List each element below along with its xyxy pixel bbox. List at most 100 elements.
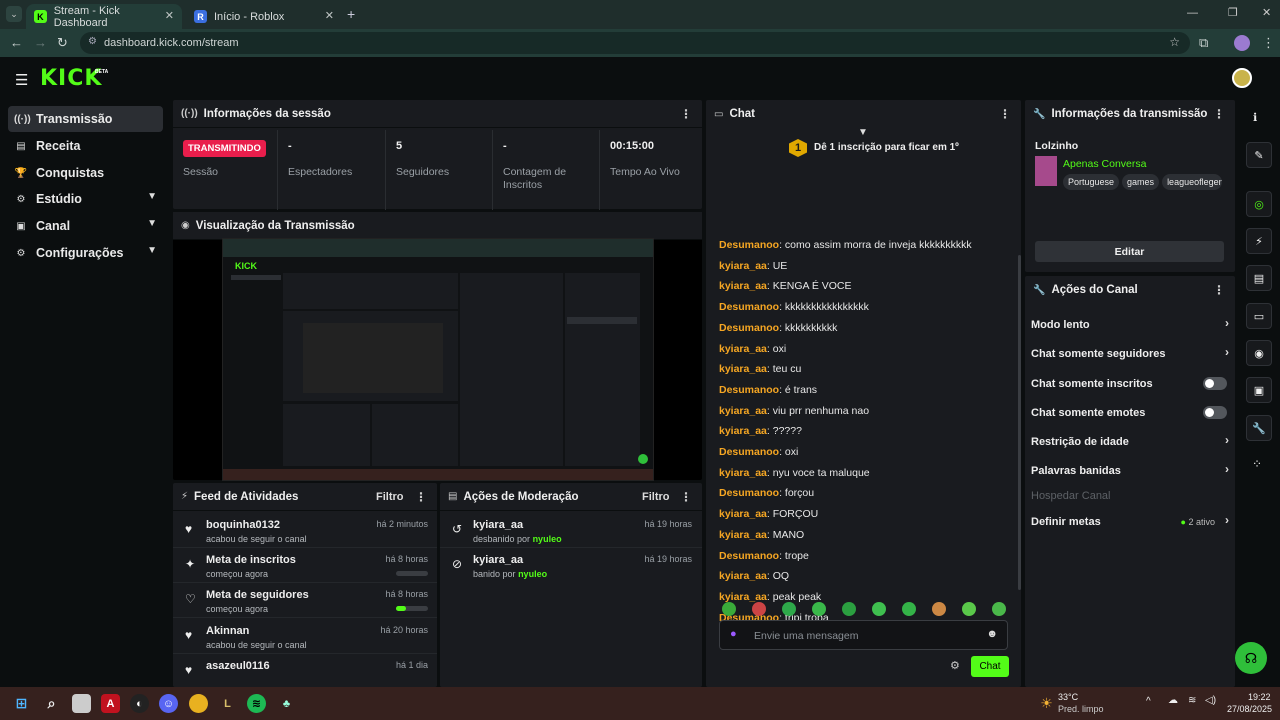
chat-username[interactable]: Desumanoo [719, 301, 779, 313]
emote-icon[interactable] [752, 602, 766, 616]
chat-message[interactable]: kyiara_aa: FORÇOU [719, 508, 818, 520]
user-avatar[interactable] [1232, 68, 1252, 88]
tag[interactable]: Portuguese [1063, 174, 1120, 190]
extensions-icon[interactable]: ⧉ [1199, 35, 1208, 51]
chat-message[interactable]: Desumanoo: forçou [719, 487, 814, 499]
tray-expand-icon[interactable]: ^ [1146, 696, 1151, 707]
chat-message[interactable]: kyiara_aa: teu cu [719, 363, 801, 375]
emote-icon[interactable] [992, 602, 1006, 616]
kick-logo[interactable]: KICK [40, 66, 102, 91]
close-icon[interactable]: ✕ [165, 9, 174, 22]
list-item[interactable]: ♥ asazeul0116 há 1 dia [173, 654, 437, 687]
chat-username[interactable]: Desumanoo [719, 487, 779, 499]
app-icon[interactable]: ♣ [277, 694, 296, 713]
chat-message[interactable]: Desumanoo: oxi [719, 446, 798, 458]
moderation-icon[interactable]: ▣ [1246, 377, 1272, 403]
chevron-right-icon[interactable]: › [1225, 345, 1229, 359]
chat-message[interactable]: kyiara_aa: nyu voce ta maluque [719, 467, 870, 479]
list-item[interactable]: ⊘ kyiara_aa banido por nyuleo há 19 hora… [440, 548, 702, 583]
league-icon[interactable]: L [218, 694, 237, 713]
clock-time[interactable]: 19:22 [1248, 692, 1271, 702]
microphone-icon[interactable]: ● [730, 628, 737, 640]
more-options-icon[interactable]: ⋮ [680, 490, 692, 504]
emote-icon[interactable] [842, 602, 856, 616]
hamburger-menu-icon[interactable]: ☰ [15, 71, 28, 89]
sidebar-item-estudio[interactable]: ⚙ Estúdio ▼ [8, 186, 163, 212]
more-options-icon[interactable]: ⋮ [999, 107, 1011, 121]
category-link[interactable]: Apenas Conversa [1063, 158, 1146, 170]
chat-username[interactable]: kyiara_aa [719, 467, 767, 479]
url-field[interactable]: ⚙ dashboard.kick.com/stream ☆ [80, 32, 1190, 54]
browser-menu-icon[interactable]: ⋮ [1262, 35, 1275, 51]
chat-username[interactable]: kyiara_aa [719, 425, 767, 437]
support-icon[interactable]: ☊ [1235, 642, 1267, 674]
pinned-message[interactable]: Dê 1 inscrição para ficar em 1º [814, 142, 959, 153]
emote-icon[interactable] [782, 602, 796, 616]
focus-icon[interactable]: ◎ [1246, 191, 1272, 217]
chat-username[interactable]: Desumanoo [719, 322, 779, 334]
tab-search-icon[interactable]: ⌄ [6, 6, 22, 22]
app-icon[interactable]: ◐ [130, 694, 149, 713]
sidebar-item-transmissao[interactable]: ((·)) Transmissão [8, 106, 163, 132]
weather-temp[interactable]: 33°C [1058, 692, 1078, 702]
chat-input[interactable]: ● Envie uma mensagem ☻ [719, 620, 1008, 650]
slow-mode-action[interactable]: Modo lento [1031, 319, 1231, 331]
sidebar-item-configuracoes[interactable]: ⚙ Configurações ▼ [8, 240, 163, 266]
stream-preview-video[interactable]: KICK [222, 238, 654, 481]
chat-username[interactable]: kyiara_aa [719, 260, 767, 272]
minimize-icon[interactable]: — [1187, 7, 1198, 19]
windows-start-icon[interactable]: ⊞ [12, 694, 31, 713]
age-restriction-action[interactable]: Restrição de idade [1031, 436, 1231, 448]
emotes-only-toggle[interactable] [1203, 406, 1227, 419]
emoji-icon[interactable]: ☻ [986, 628, 998, 640]
tag[interactable]: games [1122, 174, 1160, 190]
bookmark-star-icon[interactable]: ☆ [1169, 35, 1180, 49]
volume-icon[interactable]: ◁) [1205, 695, 1216, 706]
moderation-filter-button[interactable]: Filtro [642, 491, 670, 503]
bolt-icon[interactable]: ⚡ [1246, 228, 1272, 254]
new-tab-button[interactable]: + [347, 6, 355, 22]
list-item[interactable]: ♡ Meta de seguidores começou agora há 8 … [173, 583, 437, 618]
list-item[interactable]: ♥ boquinha0132 acabou de seguir o canal … [173, 513, 437, 548]
amd-icon[interactable]: A [101, 694, 120, 713]
chat-username[interactable]: Desumanoo [719, 550, 779, 562]
chrome-icon[interactable] [189, 694, 208, 713]
more-panels-icon[interactable]: ⁘ [1252, 457, 1262, 471]
chat-bubble-icon[interactable]: ▭ [1246, 303, 1272, 329]
clipboard-icon[interactable]: ▤ [1246, 265, 1272, 291]
edit-button[interactable]: Editar [1035, 241, 1224, 262]
emote-icon[interactable] [722, 602, 736, 616]
collapse-icon[interactable]: ▼ [858, 127, 868, 138]
list-item[interactable]: ♥ Akinnan acabou de seguir o canal há 20… [173, 619, 437, 654]
chat-username[interactable]: kyiara_aa [719, 508, 767, 520]
profile-avatar[interactable] [1234, 35, 1250, 51]
chat-message[interactable]: Desumanoo: kkkkkkkkkkkkkkkk [719, 301, 869, 313]
emote-icon[interactable] [902, 602, 916, 616]
feed-filter-button[interactable]: Filtro [376, 491, 404, 503]
restore-icon[interactable]: ❐ [1228, 6, 1238, 19]
chat-username[interactable]: kyiara_aa [719, 280, 767, 292]
emote-icon[interactable] [812, 602, 826, 616]
chat-message[interactable]: kyiara_aa: OQ [719, 570, 789, 582]
chat-send-button[interactable]: Chat [971, 656, 1009, 677]
chat-message[interactable]: kyiara_aa: UE [719, 260, 787, 272]
info-icon[interactable]: ℹ [1253, 111, 1257, 124]
chat-message[interactable]: Desumanoo: como assim morra de inveja kk… [719, 239, 972, 251]
chat-username[interactable]: Desumanoo [719, 384, 779, 396]
task-view-icon[interactable] [72, 694, 91, 713]
forward-icon[interactable]: → [34, 35, 47, 50]
list-item[interactable]: ↺ kyiara_aa desbanido por nyuleo há 19 h… [440, 513, 702, 548]
more-options-icon[interactable]: ⋮ [1213, 107, 1225, 121]
more-options-icon[interactable]: ⋮ [680, 107, 692, 121]
chevron-right-icon[interactable]: › [1225, 316, 1229, 330]
chevron-right-icon[interactable]: › [1225, 462, 1229, 476]
discord-icon[interactable]: ☺ [159, 694, 178, 713]
chat-message[interactable]: Desumanoo: kkkkkkkkkk [719, 322, 837, 334]
tag[interactable]: leagueoflegen [1162, 174, 1223, 190]
chat-message[interactable]: Desumanoo: é trans [719, 384, 817, 396]
wifi-icon[interactable]: ≋ [1188, 695, 1196, 706]
sidebar-item-canal[interactable]: ▣ Canal ▼ [8, 213, 163, 239]
clock-date[interactable]: 27/08/2025 [1227, 704, 1272, 714]
banned-words-action[interactable]: Palavras banidas [1031, 465, 1231, 477]
emote-icon[interactable] [932, 602, 946, 616]
